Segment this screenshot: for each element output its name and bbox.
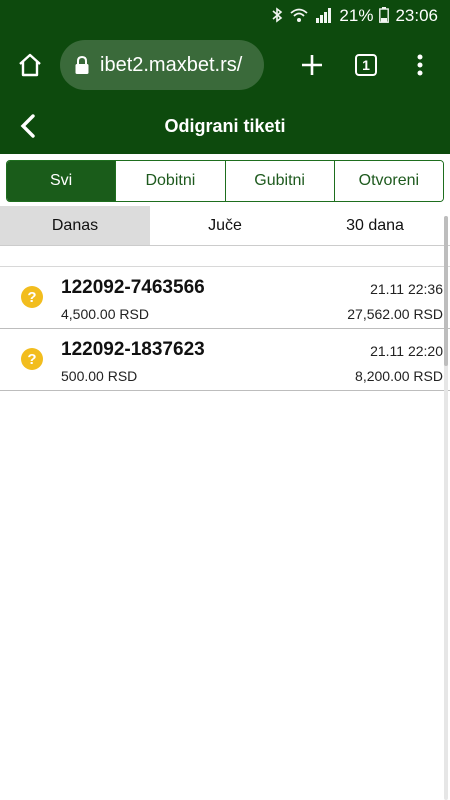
tab-juce[interactable]: Juče	[150, 206, 300, 245]
signal-icon	[315, 7, 333, 26]
ticket-row[interactable]: ? 122092-7463566 4,500.00 RSD 21.11 22:3…	[0, 267, 450, 329]
browser-toolbar: ibet2.maxbet.rs/ 1	[0, 32, 450, 98]
tab-danas[interactable]: Danas	[0, 206, 150, 245]
ticket-list: ? 122092-7463566 4,500.00 RSD 21.11 22:3…	[0, 266, 450, 391]
home-icon[interactable]	[10, 45, 50, 85]
menu-dots-icon[interactable]	[400, 45, 440, 85]
battery-icon	[379, 6, 390, 26]
status-bar: 21% 23:06	[0, 0, 450, 32]
plus-icon[interactable]	[292, 45, 332, 85]
ticket-id: 122092-7463566	[61, 277, 205, 298]
tabs-icon[interactable]: 1	[346, 45, 386, 85]
question-icon: ?	[21, 286, 43, 308]
ticket-stake: 500.00 RSD	[61, 368, 138, 384]
ticket-id: 122092-1837623	[61, 339, 205, 360]
ticket-datetime: 21.11 22:36	[370, 281, 443, 297]
tab-otvoreni[interactable]: Otvoreni	[334, 161, 443, 201]
page-title: Odigrani tiketi	[164, 115, 286, 136]
ticket-payout: 27,562.00 RSD	[347, 306, 443, 322]
ticket-datetime: 21.11 22:20	[370, 343, 443, 359]
app-header: Odigrani tiketi	[0, 98, 450, 154]
ticket-payout: 8,200.00 RSD	[355, 368, 443, 384]
address-bar[interactable]: ibet2.maxbet.rs/	[60, 40, 264, 90]
wifi-icon	[289, 7, 309, 26]
filter-tabs: Svi Dobitni Gubitni Otvoreni	[6, 160, 444, 202]
tab-gubitni[interactable]: Gubitni	[225, 161, 335, 201]
ticket-stake: 4,500.00 RSD	[61, 306, 149, 322]
scrollbar-thumb[interactable]	[444, 216, 448, 366]
clock-time: 23:06	[395, 6, 438, 25]
ticket-row[interactable]: ? 122092-1837623 500.00 RSD 21.11 22:20 …	[0, 329, 450, 391]
battery-percent: 21%	[339, 6, 374, 25]
tab-30-dana[interactable]: 30 dana	[300, 206, 450, 245]
url-text: ibet2.maxbet.rs/	[100, 53, 243, 76]
tab-count: 1	[355, 54, 377, 76]
lock-icon	[74, 55, 90, 75]
period-tabs: Danas Juče 30 dana	[0, 206, 450, 246]
chevron-left-icon[interactable]	[14, 112, 42, 140]
bluetooth-icon	[271, 6, 283, 26]
tab-dobitni[interactable]: Dobitni	[116, 161, 226, 201]
tab-svi[interactable]: Svi	[7, 161, 117, 201]
question-icon: ?	[21, 348, 43, 370]
